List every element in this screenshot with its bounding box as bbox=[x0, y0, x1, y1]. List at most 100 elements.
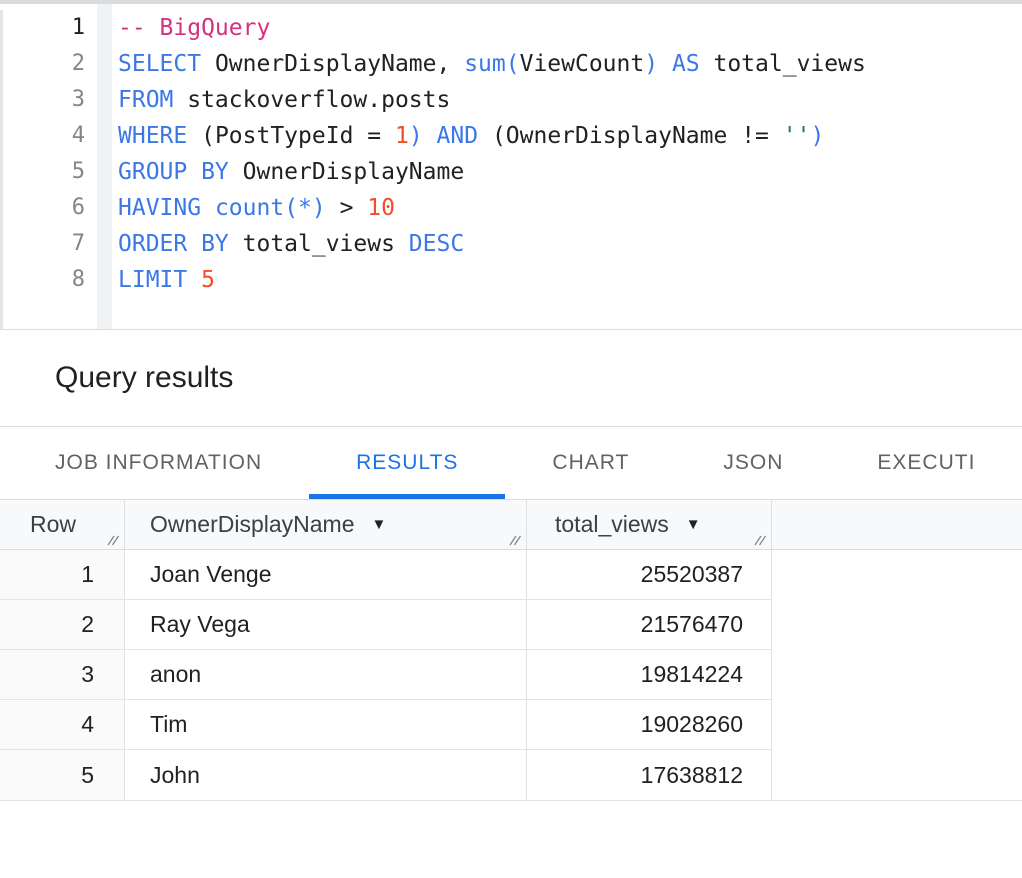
code-token: sum( bbox=[464, 51, 519, 77]
column-header-label: total_views bbox=[555, 511, 669, 538]
row-number-cell: 4 bbox=[0, 700, 125, 750]
code-token: LIMIT bbox=[118, 267, 187, 293]
line-number: 1 bbox=[0, 10, 85, 46]
row-number-cell: 2 bbox=[0, 600, 125, 650]
column-header-row[interactable]: Row bbox=[0, 500, 125, 549]
code-token: DESC bbox=[409, 231, 464, 257]
line-number: 6 bbox=[0, 190, 85, 226]
results-table: Row OwnerDisplayName▼ total_views ▼ 1Joan V… bbox=[0, 499, 1022, 801]
code-line[interactable]: 1 -- BigQuery bbox=[0, 10, 1022, 46]
code-token: FROM bbox=[118, 87, 173, 113]
query-results-title: Query results bbox=[55, 361, 233, 395]
code-token bbox=[201, 195, 215, 221]
table-row: 1Joan Venge25520387 bbox=[0, 550, 1022, 600]
cell-total-views: 25520387 bbox=[527, 550, 772, 600]
cell-filler bbox=[772, 550, 1022, 600]
tab-label: RESULTS bbox=[356, 451, 458, 475]
code-token: count(*) bbox=[215, 195, 326, 221]
line-number: 8 bbox=[0, 262, 85, 298]
code-token: stackoverflow.posts bbox=[173, 87, 450, 113]
code-text[interactable]: LIMIT 5 bbox=[85, 262, 215, 298]
code-line[interactable]: 6HAVING count(*) > 10 bbox=[0, 190, 1022, 226]
editor-horizontal-scrollbar[interactable] bbox=[0, 0, 1022, 4]
code-token: ViewCount bbox=[520, 51, 645, 77]
code-text[interactable]: SELECT OwnerDisplayName, sum(ViewCount) … bbox=[85, 46, 866, 82]
cell-filler bbox=[772, 600, 1022, 650]
row-number-cell: 3 bbox=[0, 650, 125, 700]
code-token bbox=[658, 51, 672, 77]
column-menu-arrow-icon[interactable]: ▼ bbox=[372, 516, 387, 533]
column-resize-handle[interactable] bbox=[509, 533, 522, 546]
code-text[interactable]: GROUP BY OwnerDisplayName bbox=[85, 154, 464, 190]
cell-filler bbox=[772, 750, 1022, 800]
line-number: 7 bbox=[0, 226, 85, 262]
cell-total-views: 19814224 bbox=[527, 650, 772, 700]
table-row: 2Ray Vega21576470 bbox=[0, 600, 1022, 650]
table-row: 3anon19814224 bbox=[0, 650, 1022, 700]
table-row: 5John17638812 bbox=[0, 750, 1022, 800]
code-lines[interactable]: 1 -- BigQuery 2SELECT OwnerDisplayName, su… bbox=[0, 10, 1022, 298]
column-header-total-views[interactable]: total_views ▼ bbox=[527, 500, 772, 549]
tab-label: JSON bbox=[723, 451, 783, 475]
tab-executi[interactable]: EXECUTI bbox=[830, 427, 1022, 499]
tab-chart[interactable]: CHART bbox=[505, 427, 676, 499]
line-number: 2 bbox=[0, 46, 85, 82]
code-line[interactable]: 3FROM stackoverflow.posts bbox=[0, 82, 1022, 118]
column-header-label: Row bbox=[30, 511, 76, 538]
code-token: -- BigQuery bbox=[118, 15, 270, 41]
code-token: 10 bbox=[367, 195, 395, 221]
bottom-space bbox=[0, 801, 1022, 877]
cell-ownerdisplayname: Joan Venge bbox=[125, 550, 527, 600]
tab-results[interactable]: RESULTS bbox=[309, 427, 505, 499]
active-tab-indicator bbox=[309, 494, 505, 499]
line-number: 3 bbox=[0, 82, 85, 118]
column-resize-handle[interactable] bbox=[107, 533, 120, 546]
code-token: 1 bbox=[395, 123, 409, 149]
code-token: > bbox=[326, 195, 368, 221]
table-row: 4Tim19028260 bbox=[0, 700, 1022, 750]
code-token: ) bbox=[644, 51, 658, 77]
column-header-filler bbox=[772, 500, 1022, 549]
cell-filler bbox=[772, 700, 1022, 750]
table-body: 1Joan Venge255203872Ray Vega215764703ano… bbox=[0, 550, 1022, 801]
tab-job-information[interactable]: JOB INFORMATION bbox=[8, 427, 309, 499]
code-line[interactable]: 2SELECT OwnerDisplayName, sum(ViewCount)… bbox=[0, 46, 1022, 82]
code-line[interactable]: 7ORDER BY total_views DESC bbox=[0, 226, 1022, 262]
column-header-ownerdisplayname[interactable]: OwnerDisplayName▼ bbox=[125, 500, 527, 549]
cell-ownerdisplayname: anon bbox=[125, 650, 527, 700]
code-token: ) bbox=[409, 123, 423, 149]
column-menu-arrow-icon[interactable]: ▼ bbox=[686, 516, 701, 533]
tab-label: EXECUTI bbox=[877, 451, 975, 475]
code-line[interactable]: 4WHERE (PostTypeId = 1) AND (OwnerDispla… bbox=[0, 118, 1022, 154]
tab-label: CHART bbox=[552, 451, 629, 475]
code-token: HAVING bbox=[118, 195, 201, 221]
code-text[interactable]: ORDER BY total_views DESC bbox=[85, 226, 464, 262]
code-token: GROUP BY bbox=[118, 159, 229, 185]
code-token: (PostTypeId = bbox=[187, 123, 395, 149]
code-token: '' bbox=[783, 123, 811, 149]
cell-total-views: 17638812 bbox=[527, 750, 772, 800]
code-text[interactable]: FROM stackoverflow.posts bbox=[85, 82, 450, 118]
cell-ownerdisplayname: John bbox=[125, 750, 527, 800]
column-resize-handle[interactable] bbox=[754, 533, 767, 546]
code-line[interactable]: 8LIMIT 5 bbox=[0, 262, 1022, 298]
row-number-cell: 1 bbox=[0, 550, 125, 600]
tab-json[interactable]: JSON bbox=[676, 427, 830, 499]
code-text[interactable]: WHERE (PostTypeId = 1) AND (OwnerDisplay… bbox=[85, 118, 824, 154]
code-line[interactable]: 5GROUP BY OwnerDisplayName bbox=[0, 154, 1022, 190]
code-token: total_views bbox=[229, 231, 409, 257]
code-token: AND bbox=[437, 123, 479, 149]
cell-ownerdisplayname: Tim bbox=[125, 700, 527, 750]
code-token: AS bbox=[672, 51, 700, 77]
code-text[interactable]: HAVING count(*) > 10 bbox=[85, 190, 395, 226]
line-number: 5 bbox=[0, 154, 85, 190]
code-token: OwnerDisplayName, bbox=[201, 51, 464, 77]
code-token: 5 bbox=[201, 267, 215, 293]
code-token bbox=[187, 267, 201, 293]
code-token: OwnerDisplayName bbox=[229, 159, 464, 185]
cell-filler bbox=[772, 650, 1022, 700]
code-token: total_views bbox=[700, 51, 866, 77]
row-number-cell: 5 bbox=[0, 750, 125, 800]
code-text[interactable]: -- BigQuery bbox=[85, 10, 270, 46]
code-token: ORDER BY bbox=[118, 231, 229, 257]
